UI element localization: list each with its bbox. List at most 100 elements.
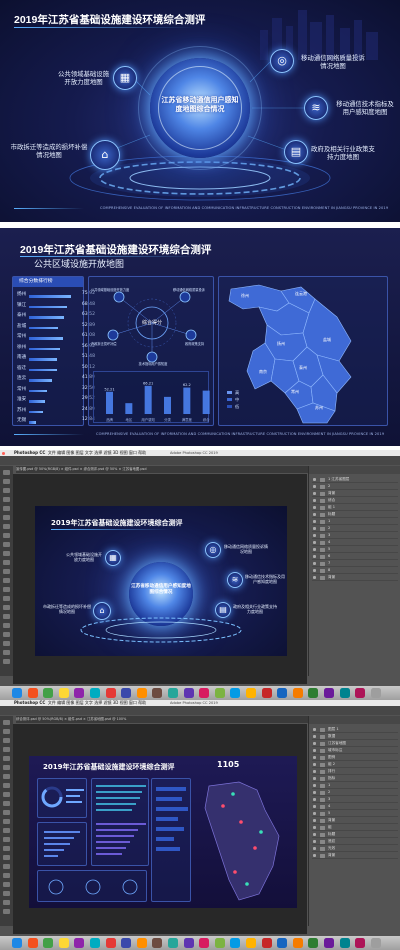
dock-app-icon[interactable]: [168, 938, 178, 948]
tool-icon[interactable]: [3, 837, 10, 842]
dock-app-icon[interactable]: [43, 688, 54, 698]
eye-icon[interactable]: [313, 569, 316, 572]
dock-app-icon[interactable]: [214, 938, 225, 948]
ps-doc-tabs[interactable]: 宣传图.psd @ 50%(RGB/8) × 组件.psd × 综合测评.psd…: [16, 466, 316, 473]
tool-icon[interactable]: [3, 792, 10, 797]
dock-app-icon[interactable]: [58, 688, 69, 698]
dock-app-icon[interactable]: [246, 688, 256, 698]
eye-icon[interactable]: [313, 520, 316, 523]
ps2-doc-tabs[interactable]: 综合测评.psd @ 50%(RGB/8) × 组件.psd × 江苏省地图.p…: [16, 716, 316, 723]
eye-icon[interactable]: [313, 548, 316, 551]
ps2-menus[interactable]: 文件 编辑 图像 图层 文字 选择 滤镜 3D 视图 窗口 帮助: [48, 700, 146, 705]
wifi-icon[interactable]: ≋: [304, 96, 328, 120]
tool-icon[interactable]: [3, 551, 10, 556]
dock-app-icon[interactable]: [74, 938, 85, 948]
layer-row[interactable]: 组 2: [312, 761, 398, 768]
eye-icon[interactable]: [313, 777, 316, 780]
tool-icon[interactable]: [3, 587, 10, 592]
dock-app-icon[interactable]: [370, 688, 381, 698]
dock-app-icon[interactable]: [58, 938, 69, 948]
eye-icon[interactable]: [313, 840, 316, 843]
layer-row[interactable]: 图层 1: [312, 726, 398, 733]
dock-app-icon[interactable]: [230, 938, 241, 948]
eye-icon[interactable]: [313, 854, 316, 857]
dock-app-icon[interactable]: [152, 938, 163, 948]
tool-icon[interactable]: [3, 909, 10, 914]
dock-app-icon[interactable]: [136, 938, 147, 948]
dock-app-icon[interactable]: [27, 938, 38, 948]
eye-icon[interactable]: [313, 478, 316, 481]
dock-app-icon[interactable]: [12, 938, 22, 948]
tool-icon[interactable]: [3, 846, 10, 851]
ps-options-bar[interactable]: [0, 456, 400, 465]
dock-app-icon[interactable]: [339, 688, 350, 698]
dock-app-icon[interactable]: [246, 938, 256, 948]
dock-app-icon[interactable]: [339, 938, 350, 948]
eye-icon[interactable]: [313, 819, 316, 822]
dock-app-icon[interactable]: [277, 938, 288, 948]
tool-icon[interactable]: [3, 605, 10, 610]
dock-app-icon[interactable]: [121, 688, 132, 698]
dock-app-icon[interactable]: [355, 938, 366, 948]
dock-app-icon[interactable]: [90, 938, 100, 948]
tool-icon[interactable]: [3, 720, 10, 725]
layer-row[interactable]: 背景: [312, 817, 398, 824]
layer-row[interactable]: 组 1: [312, 504, 398, 511]
layer-row[interactable]: 背景: [312, 574, 398, 581]
eye-icon[interactable]: [313, 791, 316, 794]
layer-row[interactable]: 底纹: [312, 838, 398, 845]
eye-icon[interactable]: [313, 735, 316, 738]
tool-icon[interactable]: [3, 488, 10, 493]
eye-icon[interactable]: [313, 534, 316, 537]
tool-icon[interactable]: [3, 470, 10, 475]
dock-app-icon[interactable]: [90, 688, 100, 698]
mac-dock-2[interactable]: [0, 936, 400, 950]
ps2-toolbar[interactable]: [0, 716, 13, 926]
tool-icon[interactable]: [3, 560, 10, 565]
eye-icon[interactable]: [313, 485, 316, 488]
tool-icon[interactable]: [3, 873, 10, 878]
eye-icon[interactable]: [313, 812, 316, 815]
eye-icon[interactable]: [313, 756, 316, 759]
document-icon[interactable]: ▤: [284, 140, 308, 164]
dock-app-icon[interactable]: [261, 938, 272, 948]
globe-icon[interactable]: ◎: [270, 49, 294, 73]
eye-icon[interactable]: [313, 576, 316, 579]
tool-icon[interactable]: [3, 659, 10, 664]
dock-app-icon[interactable]: [308, 688, 319, 698]
tool-icon[interactable]: [3, 506, 10, 511]
eye-icon[interactable]: [313, 499, 316, 502]
eye-icon[interactable]: [313, 728, 316, 731]
eye-icon[interactable]: [313, 541, 316, 544]
eye-icon[interactable]: [313, 749, 316, 752]
eye-icon[interactable]: [313, 562, 316, 565]
layer-row[interactable]: 城市标注: [312, 747, 398, 754]
layer-row[interactable]: 2: [312, 789, 398, 796]
eye-icon[interactable]: [313, 555, 316, 558]
layer-row[interactable]: 6: [312, 553, 398, 560]
layer-row[interactable]: 7: [312, 560, 398, 567]
layer-row[interactable]: 标题: [312, 511, 398, 518]
layer-row[interactable]: 综合: [312, 497, 398, 504]
eye-icon[interactable]: [313, 784, 316, 787]
layer-row[interactable]: 5: [312, 810, 398, 817]
tool-icon[interactable]: [3, 623, 10, 628]
dock-app-icon[interactable]: [199, 688, 210, 698]
dock-app-icon[interactable]: [105, 688, 116, 698]
eye-icon[interactable]: [313, 798, 316, 801]
layer-row[interactable]: 2: [312, 483, 398, 490]
dock-app-icon[interactable]: [261, 688, 272, 698]
tool-icon[interactable]: [3, 855, 10, 860]
tool-icon[interactable]: [3, 729, 10, 734]
dock-app-icon[interactable]: [324, 938, 334, 948]
layer-row[interactable]: 4: [312, 539, 398, 546]
dock-app-icon[interactable]: [12, 688, 22, 698]
dock-app-icon[interactable]: [183, 688, 194, 698]
ps2-canvas-doc[interactable]: 2019年江苏省基础设施建设环境综合测评 1105: [29, 756, 297, 908]
layer-row[interactable]: 标题: [312, 831, 398, 838]
ps-app-name[interactable]: Photoshop CC: [14, 450, 45, 455]
eye-icon[interactable]: [313, 826, 316, 829]
tool-icon[interactable]: [3, 650, 10, 655]
dock-app-icon[interactable]: [27, 688, 38, 698]
dock-app-icon[interactable]: [183, 938, 194, 948]
